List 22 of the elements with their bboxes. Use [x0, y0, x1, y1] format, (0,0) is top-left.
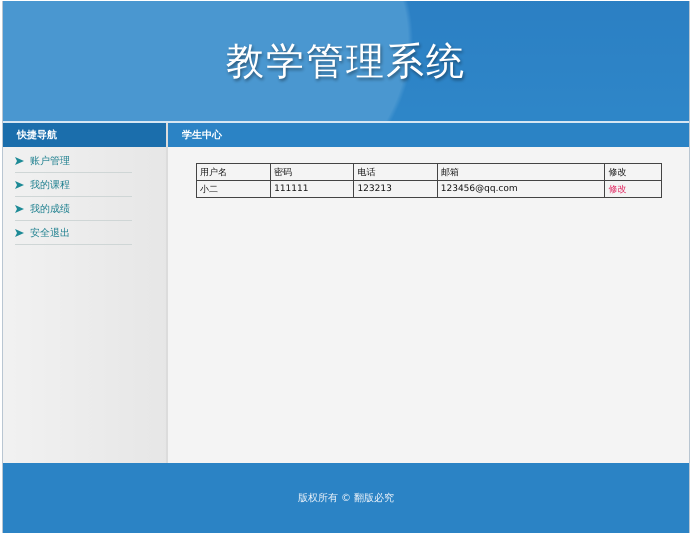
- system-title: 教学管理系统: [226, 38, 466, 84]
- edit-link[interactable]: 修改: [608, 184, 626, 194]
- nav-link[interactable]: 我的成绩: [15, 197, 132, 221]
- arrow-icon: [15, 228, 24, 236]
- nav-link[interactable]: 安全退出: [15, 221, 132, 245]
- column-header: 用户名: [196, 164, 271, 180]
- column-header: 电话: [354, 164, 438, 180]
- column-header: 修改: [604, 164, 662, 180]
- nav-link[interactable]: 账户管理: [15, 149, 132, 173]
- arrow-icon: [15, 180, 24, 188]
- arrow-icon: [15, 204, 24, 212]
- nav-link[interactable]: 我的课程: [15, 173, 132, 197]
- table-cell: 小二: [196, 180, 271, 198]
- arrow-icon: [15, 156, 24, 164]
- table-cell: 123213: [354, 180, 438, 198]
- table-cell: 123456@qq.com: [437, 180, 605, 198]
- section-title: 学生中心: [168, 123, 689, 147]
- column-header: 邮箱: [437, 164, 605, 180]
- table-cell: 111111: [270, 180, 354, 198]
- sidebar-title: 快捷导航: [3, 123, 166, 147]
- column-header: 密码: [270, 164, 354, 180]
- copyright-text: 版权所有 © 翻版必究: [298, 492, 394, 505]
